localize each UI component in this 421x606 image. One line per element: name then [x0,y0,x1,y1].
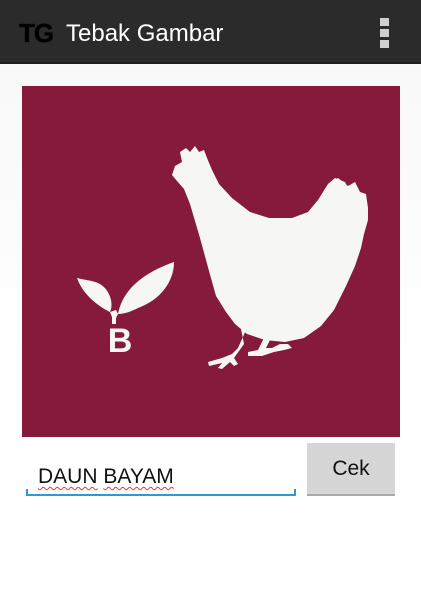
app-logo: TG [19,18,54,48]
overflow-menu-icon[interactable] [374,14,396,52]
check-button[interactable]: Cek [307,443,395,496]
answer-input[interactable]: DAUN BAYAM [26,452,296,496]
answer-word: DAUN [38,465,98,488]
puzzle-image: B [22,86,400,437]
puzzle-letter: B [108,322,133,360]
overflow-dot [380,18,389,26]
answer-word: BAYAM [103,465,174,488]
answer-text: DAUN BAYAM [38,464,174,490]
app-title: Tebak Gambar [66,20,224,47]
overflow-dot [380,40,389,48]
overflow-dot [380,29,389,37]
action-bar: TG Tebak Gambar [0,0,421,64]
